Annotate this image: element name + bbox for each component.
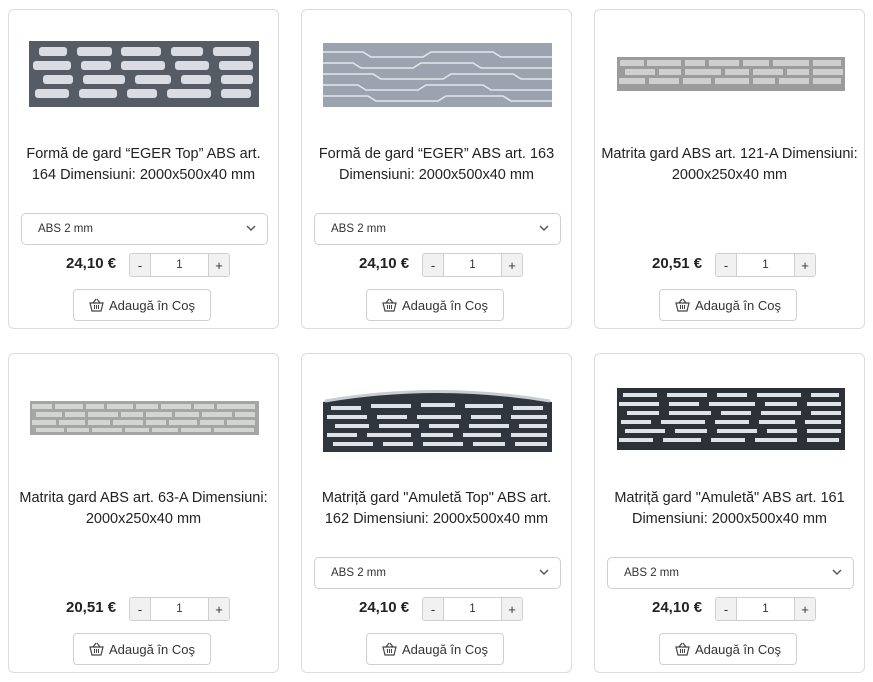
chevron-down-icon (246, 225, 256, 231)
qty-input[interactable]: 1 (150, 598, 209, 620)
quantity-stepper: - 1 + (129, 253, 230, 277)
basket-icon (89, 642, 104, 656)
variant-select[interactable]: ABS 2 mm (21, 213, 268, 245)
add-to-cart-button[interactable]: Adaugă în Coş (73, 633, 211, 665)
product-card: Formă de gard “EGER” ABS art. 163 Dimens… (301, 9, 572, 329)
qty-minus-button[interactable]: - (423, 598, 443, 620)
quantity-stepper: - 1 + (422, 253, 523, 277)
product-title[interactable]: Matrita gard ABS art. 121-A Dimensiuni: … (601, 144, 858, 186)
basket-icon (382, 642, 397, 656)
qty-input[interactable]: 1 (443, 254, 502, 276)
product-image[interactable] (9, 354, 278, 474)
add-to-cart-button[interactable]: Adaugă în Coş (366, 633, 504, 665)
add-to-cart-label: Adaugă în Coş (694, 641, 781, 657)
product-image-amuleta-top (323, 390, 552, 452)
product-title[interactable]: Formă de gard “EGER Top” ABS art. 164 Di… (15, 144, 272, 186)
qty-plus-button[interactable]: + (795, 254, 815, 276)
variant-value: ABS 2 mm (624, 567, 679, 579)
product-card: Formă de gard “EGER Top” ABS art. 164 Di… (8, 9, 279, 329)
variant-select[interactable]: ABS 2 mm (314, 557, 561, 589)
product-image-amuleta (617, 388, 845, 450)
basket-icon (382, 298, 397, 312)
qty-minus-button[interactable]: - (716, 598, 736, 620)
qty-minus-button[interactable]: - (716, 254, 736, 276)
quantity-stepper: - 1 + (715, 253, 816, 277)
product-title[interactable]: Matrita gard ABS art. 63-A Dimensiuni: 2… (15, 488, 272, 530)
add-to-cart-button[interactable]: Adaugă în Coş (659, 289, 797, 321)
qty-plus-button[interactable]: + (209, 254, 229, 276)
chevron-down-icon (539, 225, 549, 231)
product-image[interactable] (302, 10, 571, 130)
variant-select[interactable]: ABS 2 mm (314, 213, 561, 245)
qty-input[interactable]: 1 (443, 598, 502, 620)
qty-input[interactable]: 1 (736, 598, 795, 620)
qty-input[interactable]: 1 (150, 254, 209, 276)
product-price: 20,51 € (66, 599, 117, 616)
qty-plus-button[interactable]: + (502, 598, 522, 620)
product-image[interactable] (302, 354, 571, 474)
product-card: Matrita gard ABS art. 63-A Dimensiuni: 2… (8, 353, 279, 673)
product-image[interactable] (595, 354, 864, 474)
product-card: Matriță gard "Amuletă Top" ABS art. 162 … (301, 353, 572, 673)
add-to-cart-button[interactable]: Adaugă în Coş (366, 289, 504, 321)
add-to-cart-label: Adaugă în Coş (694, 297, 781, 313)
quantity-stepper: - 1 + (129, 597, 230, 621)
qty-input[interactable]: 1 (736, 254, 795, 276)
add-to-cart-label: Adaugă în Coş (401, 297, 488, 313)
product-image[interactable] (9, 10, 278, 130)
product-image-stone-121a (617, 57, 845, 91)
variant-value: ABS 2 mm (331, 223, 386, 235)
basket-icon (675, 298, 690, 312)
add-to-cart-label: Adaugă în Coş (401, 641, 488, 657)
add-to-cart-button[interactable]: Adaugă în Coş (659, 633, 797, 665)
product-image-eger (323, 43, 552, 107)
qty-minus-button[interactable]: - (130, 598, 150, 620)
add-to-cart-label: Adaugă în Coş (108, 641, 195, 657)
product-image-stone-63a (30, 401, 259, 435)
product-title[interactable]: Matriță gard "Amuletă Top" ABS art. 162 … (308, 488, 565, 530)
qty-plus-button[interactable]: + (502, 254, 522, 276)
basket-icon (89, 298, 104, 312)
product-card: Matrita gard ABS art. 121-A Dimensiuni: … (594, 9, 865, 329)
chevron-down-icon (539, 569, 549, 575)
product-title[interactable]: Formă de gard “EGER” ABS art. 163 Dimens… (308, 144, 565, 186)
variant-value: ABS 2 mm (38, 223, 93, 235)
product-price: 24,10 € (359, 255, 410, 272)
product-image-eger-top (29, 41, 259, 107)
product-price: 24,10 € (359, 599, 410, 616)
quantity-stepper: - 1 + (422, 597, 523, 621)
qty-plus-button[interactable]: + (209, 598, 229, 620)
product-card: Matriță gard "Amuletă" ABS art. 161 Dime… (594, 353, 865, 673)
product-image[interactable] (595, 10, 864, 130)
variant-select[interactable]: ABS 2 mm (607, 557, 854, 589)
product-price: 24,10 € (66, 255, 117, 272)
product-title[interactable]: Matriță gard "Amuletă" ABS art. 161 Dime… (601, 488, 858, 530)
quantity-stepper: - 1 + (715, 597, 816, 621)
add-to-cart-button[interactable]: Adaugă în Coş (73, 289, 211, 321)
basket-icon (675, 642, 690, 656)
product-price: 24,10 € (652, 599, 703, 616)
qty-minus-button[interactable]: - (130, 254, 150, 276)
chevron-down-icon (832, 569, 842, 575)
variant-value: ABS 2 mm (331, 567, 386, 579)
product-price: 20,51 € (652, 255, 703, 272)
qty-minus-button[interactable]: - (423, 254, 443, 276)
add-to-cart-label: Adaugă în Coş (108, 297, 195, 313)
qty-plus-button[interactable]: + (795, 598, 815, 620)
